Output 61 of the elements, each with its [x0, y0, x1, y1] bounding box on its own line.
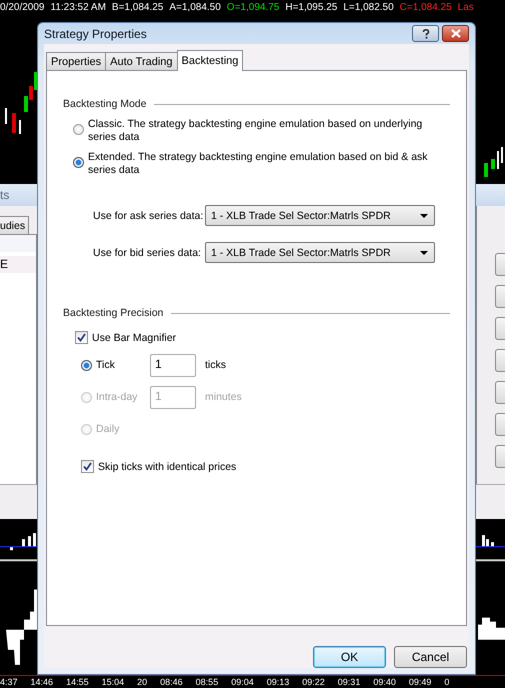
- radio-label: Classic. The strategy backtesting engine emulation based on underlying series data: [88, 118, 424, 144]
- radio-button[interactable]: [81, 360, 92, 370]
- quote-value: 0/20/2009: [0, 2, 44, 13]
- radio-button[interactable]: [73, 124, 84, 135]
- quote-value: L=1,082.50: [343, 2, 394, 13]
- series-dropdown[interactable]: 1 - XLB Trade Sel Sector:Matrls SPDR: [205, 205, 435, 226]
- checkbox-label: Use Bar Magnifier: [92, 332, 176, 344]
- unit-label: minutes: [205, 391, 242, 403]
- number-field[interactable]: 1: [150, 354, 196, 376]
- radio-label: Tick: [96, 359, 115, 371]
- axis-label: 0: [444, 676, 450, 688]
- tab[interactable]: Auto Trading: [105, 52, 178, 70]
- unit-label: ticks: [205, 359, 226, 371]
- series-dropdown[interactable]: 1 - XLB Trade Sel Sector:Matrls SPDR: [205, 242, 435, 263]
- axis-label: 09:22: [302, 676, 325, 688]
- axis-label: 08:55: [196, 676, 218, 688]
- panel-title-bar: [476, 184, 505, 206]
- axis-label: 14:55: [66, 676, 89, 688]
- axis-label: 09:40: [373, 676, 396, 688]
- axis-label: 15:04: [102, 676, 124, 688]
- group-label: Backtesting Precision: [63, 307, 164, 319]
- field-label: Use for ask series data:: [93, 210, 204, 222]
- ok-button[interactable]: OK: [313, 646, 386, 668]
- help-button[interactable]: [412, 25, 439, 42]
- axis-label: 08:46: [160, 676, 183, 688]
- tab[interactable]: Backtesting: [176, 50, 244, 71]
- radio-button[interactable]: [73, 157, 84, 168]
- quote-value: Las: [458, 2, 474, 13]
- axis-label: 09:13: [266, 676, 290, 688]
- close-button[interactable]: [442, 25, 469, 42]
- checkbox[interactable]: [75, 331, 88, 344]
- field-label: Use for bid series data:: [93, 246, 202, 258]
- help-icon: [422, 28, 430, 38]
- quote-value: C=1,084.25: [400, 2, 452, 13]
- panel-tab[interactable]: udies: [0, 216, 30, 234]
- radio-label: Intra-day: [96, 391, 138, 403]
- caret-icon: [420, 214, 428, 218]
- close-icon: [450, 29, 460, 38]
- quote-value: H=1,095.25: [285, 2, 338, 13]
- checkbox[interactable]: [81, 460, 94, 473]
- quote-value: 11:23:52 AM: [50, 2, 106, 13]
- quote-value: B=1,084.25: [112, 2, 164, 13]
- group-label: Backtesting Mode: [63, 98, 146, 110]
- axis-label: 20: [137, 676, 148, 688]
- caret-icon: [420, 250, 428, 254]
- cancel-button[interactable]: Cancel: [394, 646, 467, 668]
- checkbox-label: Skip ticks with identical prices: [98, 460, 236, 472]
- list-row[interactable]: E: [0, 256, 36, 273]
- radio-label: Daily: [96, 423, 120, 435]
- panel-title: ts: [0, 184, 37, 206]
- radio-label: Extended. The strategy backtesting engine emulation based on bid & ask series data: [88, 151, 429, 177]
- axis-label: 09:31: [338, 676, 360, 688]
- axis-label: 4:37: [0, 676, 18, 688]
- axis-label: 09:49: [408, 676, 432, 688]
- quote-value: O=1,094.75: [226, 2, 280, 13]
- axis-label: 14:46: [30, 676, 54, 688]
- window-title: Strategy Properties: [44, 26, 148, 40]
- axis-label: 09:04: [231, 676, 254, 688]
- tab[interactable]: Properties: [46, 52, 106, 70]
- chart-drawing: [484, 147, 505, 177]
- quote-value: A=1,084.50: [169, 2, 221, 13]
